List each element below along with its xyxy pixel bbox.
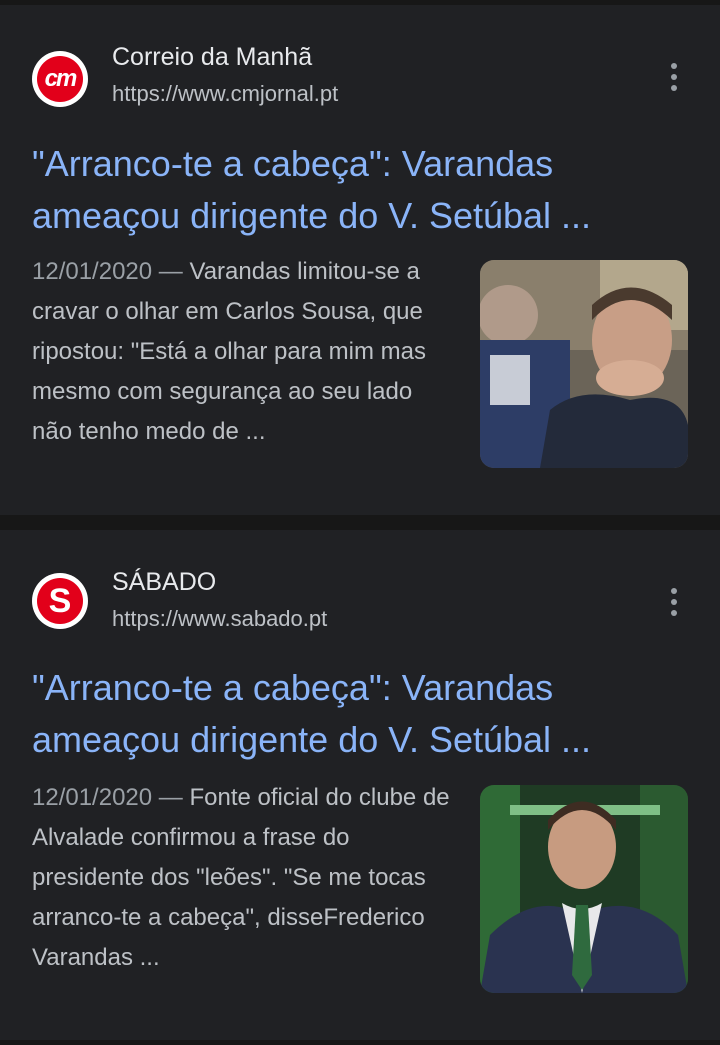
cmjornal-logo-icon: cm bbox=[32, 51, 88, 107]
source-url[interactable]: https://www.cmjornal.pt bbox=[112, 81, 338, 107]
snippet-text: Fonte oficial do clube de Alvalade confi… bbox=[32, 784, 450, 971]
date-separator: — bbox=[152, 784, 190, 811]
date-separator: — bbox=[152, 258, 190, 285]
result-card[interactable]: cm Correio da Manhã https://www.cmjornal… bbox=[0, 5, 720, 515]
more-vert-icon[interactable] bbox=[660, 582, 688, 622]
source-url[interactable]: https://www.sabado.pt bbox=[112, 606, 327, 632]
result-title-link[interactable]: "Arranco-te a cabeça": Varandas ameaçou … bbox=[32, 138, 692, 242]
result-date: 12/01/2020 bbox=[32, 258, 153, 285]
source-name: Correio da Manhã bbox=[112, 43, 313, 71]
more-vert-icon[interactable] bbox=[660, 57, 688, 97]
result-snippet: 12/01/2020 — Varandas limitou-se a crava… bbox=[32, 252, 452, 452]
source-name: SÁBADO bbox=[112, 568, 217, 596]
sabado-logo-icon: S bbox=[32, 573, 88, 629]
result-card[interactable]: S SÁBADO https://www.sabado.pt "Arranco-… bbox=[0, 530, 720, 1040]
snippet-text: Varandas limitou-se a cravar o olhar em … bbox=[32, 258, 427, 445]
result-thumbnail[interactable] bbox=[480, 260, 688, 468]
result-snippet: 12/01/2020 — Fonte oficial do clube de A… bbox=[32, 778, 452, 978]
result-date: 12/01/2020 bbox=[32, 784, 153, 811]
result-thumbnail[interactable] bbox=[480, 785, 688, 993]
result-title-link[interactable]: "Arranco-te a cabeça": Varandas ameaçou … bbox=[32, 662, 692, 766]
